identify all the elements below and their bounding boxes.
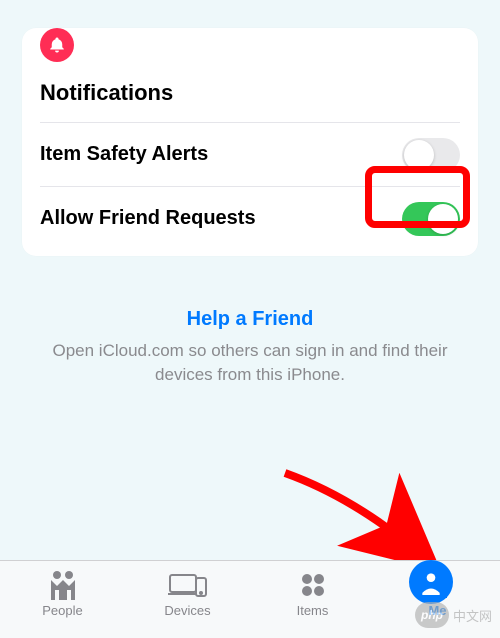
- tab-devices[interactable]: Devices: [148, 569, 228, 618]
- toggle-allow-friend-requests[interactable]: [402, 202, 460, 236]
- watermark: php 中文网: [415, 602, 492, 628]
- help-section: Help a Friend Open iCloud.com so others …: [0, 308, 500, 387]
- row-item-safety-alerts: Item Safety Alerts: [40, 122, 460, 186]
- watermark-badge: php: [415, 602, 449, 628]
- tab-items[interactable]: Items: [273, 569, 353, 618]
- me-icon: [424, 569, 452, 601]
- watermark-text: 中文网: [453, 606, 492, 625]
- row-label: Allow Friend Requests: [40, 207, 256, 230]
- notifications-card: Notifications Item Safety Alerts Allow F…: [22, 28, 478, 256]
- toggle-knob: [404, 140, 434, 170]
- tab-people[interactable]: People: [23, 569, 103, 618]
- people-icon: [46, 569, 80, 601]
- row-allow-friend-requests: Allow Friend Requests: [40, 186, 460, 250]
- help-description: Open iCloud.com so others can sign in an…: [28, 339, 472, 387]
- toggle-knob: [428, 204, 458, 234]
- row-label: Item Safety Alerts: [40, 143, 208, 166]
- items-icon: [300, 569, 326, 601]
- bell-icon: [40, 28, 74, 62]
- red-arrow-annotation: [275, 468, 445, 573]
- devices-icon: [168, 569, 208, 601]
- tab-label: Items: [297, 603, 329, 618]
- tab-label: Devices: [164, 603, 210, 618]
- help-a-friend-link[interactable]: Help a Friend: [187, 308, 314, 331]
- toggle-item-safety-alerts[interactable]: [402, 138, 460, 172]
- card-title: Notifications: [40, 80, 460, 122]
- tab-label: People: [42, 603, 82, 618]
